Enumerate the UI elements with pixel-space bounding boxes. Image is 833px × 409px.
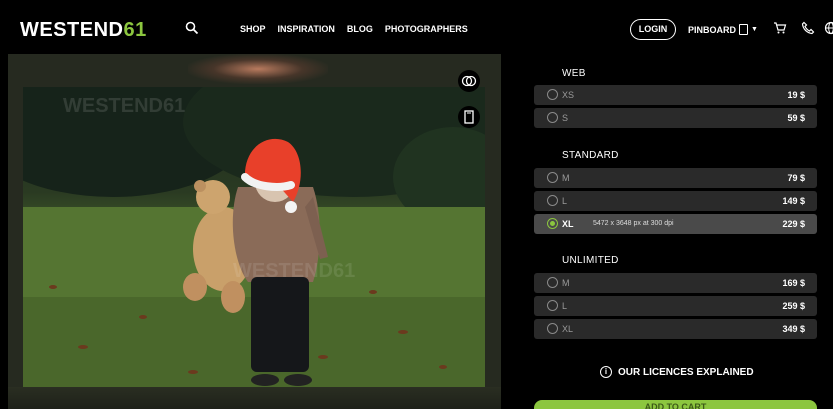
option-price: 259 $: [782, 301, 805, 311]
option-spec: 5472 x 3648 px at 300 dpi: [593, 220, 674, 227]
search-icon[interactable]: [185, 21, 199, 35]
option-price: 229 $: [782, 219, 805, 229]
radio-button[interactable]: [547, 300, 558, 311]
pinboard-menu[interactable]: PINBOARD ▼: [688, 24, 758, 35]
licences-explained-label: OUR LICENCES EXPLAINED: [618, 366, 754, 378]
radio-button[interactable]: [547, 112, 558, 123]
option-price: 149 $: [782, 196, 805, 206]
licence-option-unlimited-l[interactable]: L 259 $: [534, 296, 817, 316]
info-icon: i: [600, 366, 612, 378]
option-size: L: [562, 301, 568, 311]
nav-blog[interactable]: BLOG: [347, 24, 373, 34]
cart-icon[interactable]: [773, 21, 787, 35]
licence-option-standard-xl[interactable]: XL 5472 x 3648 px at 300 dpi 229 $: [534, 214, 817, 234]
option-size: XL: [562, 219, 574, 229]
option-price: 59 $: [787, 113, 805, 123]
licence-option-standard-l[interactable]: L 149 $: [534, 191, 817, 211]
web-section-title: WEB: [562, 68, 586, 79]
watermark-text: WESTEND61: [63, 95, 185, 117]
image-viewer: WESTEND61 WESTEND61: [8, 54, 501, 409]
licence-option-web-s[interactable]: S 59 $: [534, 108, 817, 128]
chevron-down-icon: ▼: [751, 26, 758, 33]
licence-panel: WEB XS 19 $ S 59 $ STANDARD M 79 $ L 149…: [534, 54, 833, 409]
option-price: 169 $: [782, 278, 805, 288]
radio-button[interactable]: [547, 89, 558, 100]
logo-text: WESTEND: [20, 19, 124, 41]
option-price: 349 $: [782, 324, 805, 334]
radio-button[interactable]: [547, 277, 558, 288]
logo-accent: 61: [123, 19, 147, 41]
svg-text:WESTEND61: WESTEND61: [233, 260, 355, 282]
nav-shop[interactable]: SHOP: [240, 24, 266, 34]
radio-button[interactable]: [547, 195, 558, 206]
licences-explained-link[interactable]: i OUR LICENCES EXPLAINED: [600, 366, 754, 378]
radio-button-selected[interactable]: [547, 218, 558, 229]
licence-option-web-xs[interactable]: XS 19 $: [534, 85, 817, 105]
compare-button[interactable]: [458, 70, 480, 92]
photo-illustration: WESTEND61 WESTEND61: [23, 87, 485, 387]
unlimited-section-title: UNLIMITED: [562, 255, 619, 266]
viewer-footer: [8, 387, 501, 409]
option-size: S: [562, 113, 569, 123]
radio-button[interactable]: [547, 323, 558, 334]
radio-button[interactable]: [547, 172, 558, 183]
licence-option-unlimited-xl[interactable]: XL 349 $: [534, 319, 817, 339]
globe-icon[interactable]: [824, 21, 833, 35]
nav-inspiration[interactable]: INSPIRATION: [278, 24, 335, 34]
licence-option-standard-m[interactable]: M 79 $: [534, 168, 817, 188]
option-size: M: [562, 173, 570, 183]
standard-section-title: STANDARD: [562, 150, 619, 161]
option-size: XL: [562, 324, 574, 334]
site-header: WESTEND61 SHOP INSPIRATION BLOG PHOTOGRA…: [0, 0, 833, 54]
viewer-glow: [188, 54, 328, 84]
option-price: 19 $: [787, 90, 805, 100]
option-price: 79 $: [787, 173, 805, 183]
phone-icon[interactable]: [801, 21, 815, 35]
main-nav: SHOP INSPIRATION BLOG PHOTOGRAPHERS: [240, 24, 468, 34]
option-size: XS: [562, 90, 575, 100]
pinboard-label: PINBOARD: [688, 24, 737, 35]
pinboard-add-button[interactable]: [458, 106, 480, 128]
option-size: M: [562, 278, 570, 288]
pinboard-add-icon: [464, 110, 474, 124]
site-logo[interactable]: WESTEND61: [20, 19, 147, 42]
licence-option-unlimited-m[interactable]: M 169 $: [534, 273, 817, 293]
option-size: L: [562, 196, 568, 206]
add-to-cart-button[interactable]: ADD TO CART: [534, 400, 817, 409]
stock-photo[interactable]: WESTEND61 WESTEND61: [23, 87, 485, 387]
login-button[interactable]: LOGIN: [630, 19, 676, 40]
pinboard-icon: [739, 24, 749, 35]
compare-icon: [461, 75, 477, 87]
nav-photographers[interactable]: PHOTOGRAPHERS: [385, 24, 468, 34]
